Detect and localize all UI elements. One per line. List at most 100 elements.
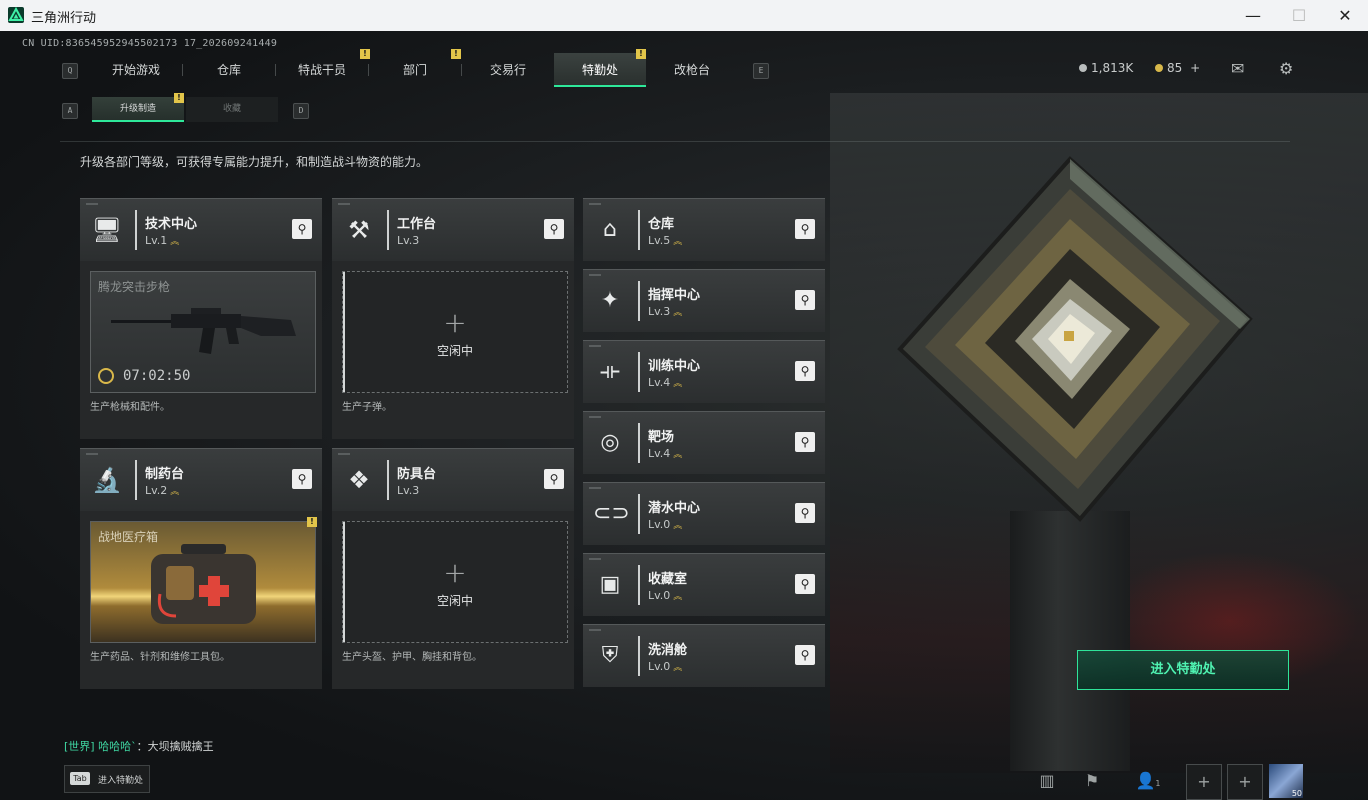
station-name: 技术中心 <box>145 217 198 232</box>
card-divider <box>638 210 640 250</box>
card-tick-mark <box>589 345 601 347</box>
monitor-icon: 🖥 <box>91 216 123 244</box>
station-name: 防具台 <box>397 467 437 482</box>
close-button[interactable]: ✕ <box>1322 0 1368 31</box>
money-display: 1,813K <box>1079 61 1133 75</box>
friends-count: 1 <box>1155 779 1161 788</box>
player-level: 50 <box>1291 789 1302 798</box>
medkit-image <box>151 544 256 624</box>
tab-key-label: Tab <box>70 772 90 785</box>
maximize-button[interactable]: ☐ <box>1276 0 1322 31</box>
station-level: Lv.2 ︽ <box>145 484 179 497</box>
station-card-tech-center[interactable]: 🖥 技术中心 Lv.1 ︽ ⚲ <box>80 198 322 261</box>
search-icon[interactable]: ⚲ <box>544 469 564 489</box>
enter-special-ops-button[interactable]: 进入特勤处 <box>1077 650 1289 690</box>
station-level: Lv.3 <box>397 234 419 247</box>
tab-start-game[interactable]: 开始游戏 <box>90 53 182 87</box>
add-team-slot-button[interactable]: + <box>1186 764 1222 800</box>
card-tick-mark <box>338 453 350 455</box>
subtab-collection[interactable]: 收藏 <box>186 97 278 122</box>
subnav-prev-key-hint[interactable]: A <box>62 103 78 119</box>
station-name: 工作台 <box>397 217 437 232</box>
tab-warehouse[interactable]: 仓库 <box>183 53 275 87</box>
flag-icon[interactable]: ⚑ <box>1075 764 1109 798</box>
station-footer: 生产药品、针剂和维修工具包。 <box>90 652 230 663</box>
card-tick-mark <box>589 203 601 205</box>
nav-next-key-hint[interactable]: E <box>753 63 769 79</box>
tab-special-ops[interactable]: 特勤处 <box>554 53 646 87</box>
search-icon[interactable]: ⚲ <box>544 219 564 239</box>
subnav-next-key-hint[interactable]: D <box>293 103 309 119</box>
subtab-upgrade-craft[interactable]: 升级制造 <box>92 97 184 122</box>
station-card-workbench[interactable]: ⚒ 工作台 Lv.3 ⚲ <box>332 198 574 261</box>
craft-slot-workbench: + 空闲中 生产子弹。 <box>332 261 574 439</box>
background-pillar <box>1010 511 1130 771</box>
money-icon <box>1079 64 1087 72</box>
department-card-collection-room[interactable]: ▣ 收藏室 Lv.0 ︽ ⚲ <box>583 553 825 616</box>
station-level: Lv.3 <box>397 484 419 497</box>
station-footer: 生产子弹。 <box>342 402 392 413</box>
settings-gear-icon[interactable]: ⚙ <box>1279 59 1293 78</box>
search-icon[interactable]: ⚲ <box>795 361 815 381</box>
level-chevron-icon: ︽ <box>673 308 682 318</box>
minimize-button[interactable]: — <box>1230 0 1276 31</box>
tab-hint-label: 进入特勤处 <box>98 776 144 786</box>
department-level-value: Lv.0 <box>648 589 671 602</box>
department-card-diving-center[interactable]: ⊂⊃ 潜水中心 Lv.0 ︽ ⚲ <box>583 482 825 545</box>
tab-trading[interactable]: 交易行 <box>462 53 554 87</box>
stats-chart-icon[interactable]: ▥ <box>1030 764 1064 798</box>
tab-enter-special-ops-hint[interactable]: Tab 进入特勤处 <box>64 765 150 793</box>
card-divider <box>387 210 389 250</box>
friends-icon[interactable]: 👤1 <box>1128 764 1168 798</box>
add-coins-button[interactable]: + <box>1190 61 1200 75</box>
empty-crafting-slot[interactable]: + 空闲中 <box>342 521 568 643</box>
add-team-slot-button[interactable]: + <box>1227 764 1263 800</box>
chat-user: 哈哈哈` <box>98 740 137 753</box>
search-icon[interactable]: ⚲ <box>795 290 815 310</box>
search-icon[interactable]: ⚲ <box>795 503 815 523</box>
crafting-item-slot[interactable]: 战地医疗箱 ! <box>90 517 317 643</box>
department-card-warehouse[interactable]: ⌂ 仓库 Lv.5 ︽ ⚲ <box>583 198 825 261</box>
station-level: Lv.1 ︽ <box>145 234 179 247</box>
department-card-command-center[interactable]: ✦ 指挥中心 Lv.3 ︽ ⚲ <box>583 269 825 332</box>
station-card-armor-bench[interactable]: ❖ 防具台 Lv.3 ⚲ <box>332 448 574 511</box>
header-divider <box>60 141 1290 142</box>
card-tick-mark <box>589 629 601 631</box>
search-icon[interactable]: ⚲ <box>292 219 312 239</box>
nav-prev-key-hint[interactable]: Q <box>62 63 78 79</box>
station-card-pharmacy[interactable]: 🔬 制药台 Lv.2 ︽ ⚲ <box>80 448 322 511</box>
world-chat-line[interactable]: [世界] 哈哈哈`：大坝擒贼擒王 <box>64 738 214 754</box>
command-icon: ✦ <box>600 288 620 313</box>
department-card-training-center[interactable]: ⟛ 训练中心 Lv.4 ︽ ⚲ <box>583 340 825 403</box>
empty-crafting-slot[interactable]: + 空闲中 <box>342 271 568 393</box>
search-icon[interactable]: ⚲ <box>795 645 815 665</box>
cubes-icon: ❖ <box>348 466 370 494</box>
crafting-item-name: 战地医疗箱 <box>98 530 159 544</box>
search-icon[interactable]: ⚲ <box>292 469 312 489</box>
crafting-item-slot[interactable]: 腾龙突击步枪 07:02:50 <box>90 271 316 393</box>
mail-icon[interactable]: ✉ <box>1231 59 1244 78</box>
page-description: 升级各部门等级，可获得专属能力提升，和制造战斗物资的能力。 <box>80 155 429 169</box>
search-icon[interactable]: ⚲ <box>795 219 815 239</box>
tab-departments[interactable]: 部门 <box>369 53 461 87</box>
target-icon: ◎ <box>600 430 620 455</box>
department-level: Lv.4 ︽ <box>648 447 682 460</box>
money-amount: 1,813K <box>1091 61 1134 75</box>
station-footer: 生产头盔、护甲、胸挂和背包。 <box>342 652 482 663</box>
department-card-shooting-range[interactable]: ◎ 靶场 Lv.4 ︽ ⚲ <box>583 411 825 474</box>
subtab-upgrade-alert-badge: ! <box>174 93 184 103</box>
tab-gunsmith[interactable]: 改枪台 <box>646 53 738 87</box>
station-level-value: Lv.1 <box>145 234 168 247</box>
department-name: 潜水中心 <box>648 501 701 516</box>
player-avatar[interactable]: 50 <box>1269 764 1303 798</box>
search-icon[interactable]: ⚲ <box>795 574 815 594</box>
department-level: Lv.0 ︽ <box>648 518 682 531</box>
tab-operators[interactable]: 特战干员 <box>276 53 368 87</box>
card-tick-mark <box>86 203 98 205</box>
decon-icon: ⛨ <box>601 643 619 668</box>
department-card-decon-chamber[interactable]: ⛨ 洗消舱 Lv.0 ︽ ⚲ <box>583 624 825 687</box>
search-icon[interactable]: ⚲ <box>795 432 815 452</box>
department-level: Lv.0 ︽ <box>648 589 682 602</box>
card-tick-mark <box>589 416 601 418</box>
chat-channel: [世界] <box>64 740 95 753</box>
